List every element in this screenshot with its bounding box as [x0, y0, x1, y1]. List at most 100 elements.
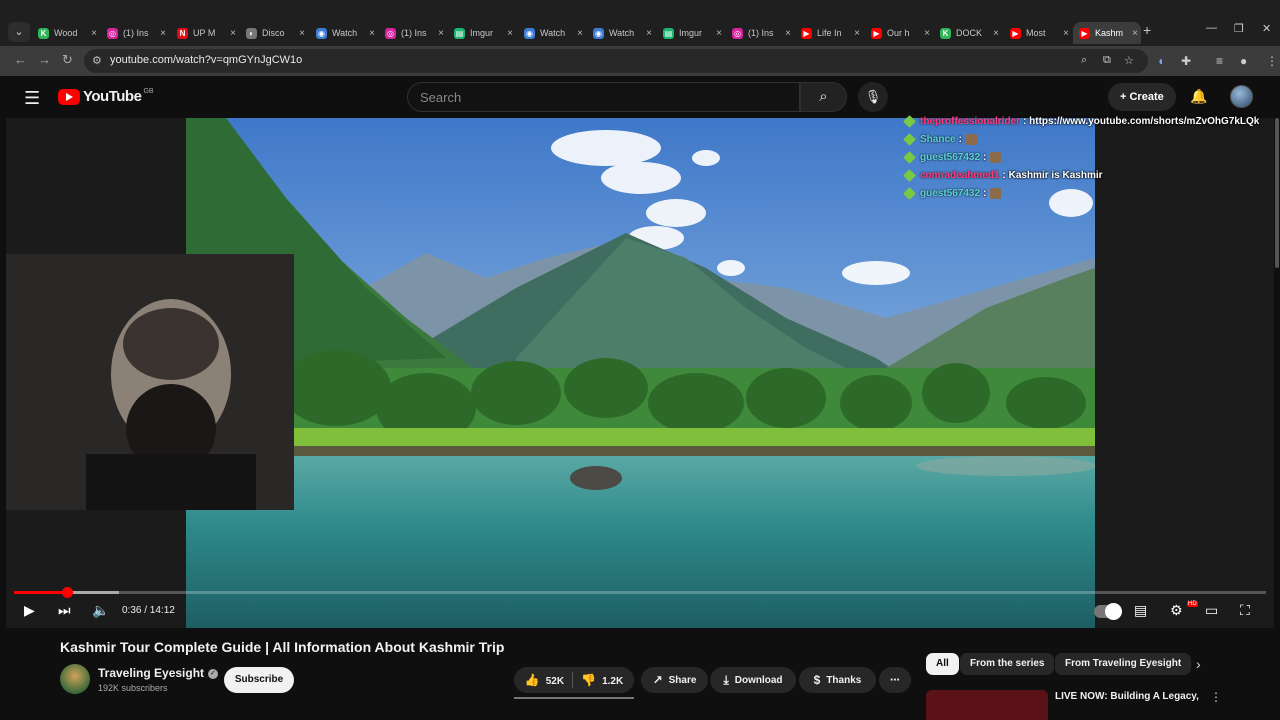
- thanks-button[interactable]: $ Thanks: [799, 667, 876, 693]
- tab-close-icon[interactable]: ×: [157, 28, 169, 39]
- next-button[interactable]: ⏭: [58, 602, 71, 619]
- tab-close-icon[interactable]: ×: [713, 28, 725, 39]
- chip-all[interactable]: All: [926, 653, 959, 675]
- browser-tab[interactable]: ▶ Kashm ×: [1073, 22, 1141, 44]
- close-window-icon[interactable]: ✕: [1262, 22, 1271, 35]
- tab-close-icon[interactable]: ×: [366, 28, 378, 39]
- tab-label: Watch: [609, 28, 635, 38]
- search-button[interactable]: ⌕: [800, 82, 847, 112]
- more-horizontal-icon: ⋯: [890, 674, 900, 686]
- tab-label: Watch: [332, 28, 358, 38]
- account-avatar[interactable]: [1230, 85, 1253, 108]
- create-button[interactable]: + Create: [1108, 83, 1176, 111]
- hamburger-menu-icon[interactable]: ☰: [24, 88, 40, 109]
- browser-menu-icon[interactable]: ⋮: [1266, 54, 1278, 68]
- tab-close-icon[interactable]: ×: [851, 28, 863, 39]
- browser-tab[interactable]: ◎ (1) Ins ×: [101, 22, 169, 44]
- omnibox[interactable]: ⚙ youtube.com/watch?v=qmGYnJgCW1o ⌕ ⧉ ☆: [84, 49, 1148, 73]
- browser-tab[interactable]: ◉ Watch ×: [518, 22, 586, 44]
- tab-close-icon[interactable]: ×: [1060, 28, 1072, 39]
- tab-close-icon[interactable]: ×: [227, 28, 239, 39]
- progress-bar[interactable]: [14, 587, 1266, 598]
- browser-tab[interactable]: ▤ Imgur ×: [448, 22, 516, 44]
- search-input[interactable]: [408, 83, 799, 111]
- theater-mode-button[interactable]: ▭: [1205, 602, 1218, 619]
- tab-close-icon[interactable]: ×: [782, 28, 794, 39]
- channel-avatar[interactable]: [60, 664, 90, 694]
- browser-tab[interactable]: ◎ (1) Ins ×: [379, 22, 447, 44]
- more-actions-button[interactable]: ⋯: [879, 667, 911, 693]
- browser-tab[interactable]: K Wood ×: [32, 22, 100, 44]
- play-button[interactable]: ▶: [24, 602, 35, 619]
- autoplay-toggle[interactable]: [1094, 603, 1122, 620]
- recommended-thumbnail[interactable]: [926, 690, 1048, 720]
- profile-icon[interactable]: ●: [1240, 54, 1247, 68]
- site-info-icon[interactable]: ⚙: [92, 54, 102, 67]
- page-scrollbar[interactable]: [1275, 118, 1279, 268]
- tab-favicon-icon: ▶: [1010, 27, 1021, 39]
- download-button[interactable]: ⤓ Download: [710, 667, 796, 693]
- chat-emote-icon: [965, 133, 977, 145]
- chevron-right-icon[interactable]: ›: [1196, 656, 1201, 672]
- tab-close-icon[interactable]: ×: [643, 28, 655, 39]
- notifications-bell-icon[interactable]: 🔔: [1190, 88, 1207, 105]
- browser-tab[interactable]: ◉ Watch ×: [310, 22, 378, 44]
- maximize-icon[interactable]: ❐: [1234, 22, 1244, 35]
- browser-tab[interactable]: ▶ Our h ×: [865, 22, 933, 44]
- tab-close-icon[interactable]: ×: [296, 28, 308, 39]
- subscribe-button[interactable]: Subscribe: [224, 667, 294, 693]
- new-tab-button[interactable]: +: [1143, 22, 1151, 38]
- tab-label: Most: [1026, 28, 1046, 38]
- minimize-icon[interactable]: —: [1206, 22, 1217, 34]
- browser-tab[interactable]: ◉ Watch ×: [587, 22, 655, 44]
- tab-label: Kashm: [1095, 28, 1124, 38]
- chip-from-the-series[interactable]: From the series: [960, 653, 1055, 675]
- tab-close-icon[interactable]: ×: [435, 28, 447, 39]
- like-button[interactable]: 👍 52K: [525, 673, 564, 687]
- voice-search-button[interactable]: 🎙: [858, 82, 888, 112]
- channel-name[interactable]: Traveling Eyesight ✓: [98, 666, 219, 680]
- recommended-title[interactable]: LIVE NOW: Building A Legacy,: [1055, 691, 1199, 702]
- tab-close-icon[interactable]: ×: [574, 28, 586, 39]
- chat-username: Shance: [920, 133, 956, 145]
- tab-close-icon[interactable]: ×: [504, 28, 516, 39]
- fullscreen-button[interactable]: ⛶: [1240, 602, 1250, 619]
- mute-button[interactable]: 🔈: [92, 602, 109, 619]
- tab-close-icon[interactable]: ×: [88, 28, 100, 39]
- extension-icon[interactable]: ◖: [1157, 54, 1164, 68]
- browser-tab[interactable]: ▶ Life In ×: [795, 22, 863, 44]
- browser-tab[interactable]: K DOCK ×: [934, 22, 1002, 44]
- recommended-more-icon[interactable]: ⋮: [1210, 690, 1222, 704]
- cast-icon[interactable]: ⧉: [1103, 54, 1111, 67]
- bookmark-star-icon[interactable]: ☆: [1124, 54, 1134, 67]
- browser-tab[interactable]: ▤ Imgur ×: [657, 22, 725, 44]
- tab-close-icon[interactable]: ×: [990, 28, 1002, 39]
- youtube-logo[interactable]: YouTube GB: [58, 88, 154, 105]
- tab-search-icon[interactable]: ⌄: [8, 22, 30, 42]
- url-text[interactable]: youtube.com/watch?v=qmGYnJgCW1o: [110, 54, 302, 66]
- browser-tab[interactable]: ◎ (1) Ins ×: [726, 22, 794, 44]
- browser-tab[interactable]: ◐ Disco ×: [240, 22, 308, 44]
- browser-tab[interactable]: ▶ Most ×: [1004, 22, 1072, 44]
- browser-tab-bar: ⌄ K Wood × ◎ (1) Ins × N UP M × ◐ Disco × ◉ Watch × ◎ (1…: [0, 0, 1280, 46]
- zoom-icon[interactable]: ⌕: [1081, 54, 1087, 67]
- dislike-button[interactable]: 👎 1.2K: [581, 673, 623, 687]
- back-icon[interactable]: ←: [14, 52, 27, 67]
- skip-next-icon: ⏭: [58, 602, 71, 618]
- tab-favicon-icon: ▶: [1079, 27, 1090, 39]
- chip-from-channel[interactable]: From Traveling Eyesight: [1055, 653, 1192, 675]
- browser-tab[interactable]: N UP M ×: [171, 22, 239, 44]
- subscriber-count: 192K subscribers: [98, 683, 168, 693]
- subtitles-button[interactable]: ▤: [1134, 602, 1147, 619]
- tab-close-icon[interactable]: ×: [921, 28, 933, 39]
- media-controls-icon[interactable]: ≡: [1216, 54, 1223, 68]
- progress-scrubber[interactable]: [61, 587, 73, 598]
- search-box: [407, 82, 800, 112]
- settings-button[interactable]: ⚙: [1170, 602, 1183, 619]
- extensions-puzzle-icon[interactable]: ✚: [1181, 54, 1191, 68]
- chat-text: :: [983, 151, 987, 163]
- share-button[interactable]: ↗ Share: [641, 667, 708, 693]
- reload-icon[interactable]: ↻: [62, 52, 73, 68]
- forward-icon[interactable]: →: [38, 52, 51, 67]
- tab-close-icon[interactable]: ×: [1129, 28, 1141, 39]
